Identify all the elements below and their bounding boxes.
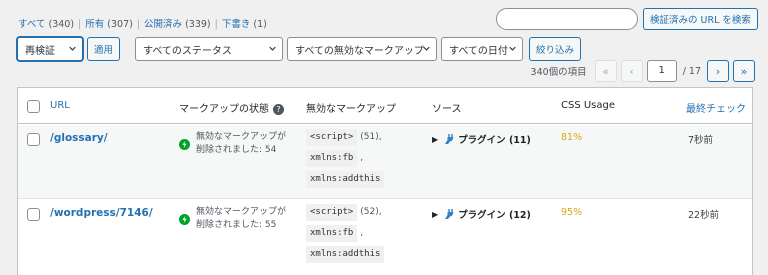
- triangle-right-icon: ▶: [432, 209, 439, 219]
- view-filters: すべて (340) | 所有 (307) | 公開済み (339) | 下書き (1): [18, 16, 267, 30]
- markup-fb-separator: ,: [360, 228, 364, 238]
- row-url-link[interactable]: /wordpress/7146/: [50, 207, 153, 219]
- css-usage-value: 81%: [561, 132, 583, 143]
- pagination: 340個の項目 « ‹ 1 / 17 › »: [531, 60, 755, 82]
- filter-all-label: すべて: [18, 19, 46, 30]
- filter-published-label: 公開済み: [144, 19, 183, 30]
- row-checkbox[interactable]: [27, 133, 40, 146]
- separator: |: [136, 19, 141, 30]
- filter-published-link[interactable]: 公開済み (339): [144, 19, 211, 30]
- triangle-right-icon: ▶: [432, 134, 439, 144]
- search-button[interactable]: 検証済みの URL を検索: [643, 8, 758, 30]
- separator: |: [78, 19, 82, 30]
- column-last-checked[interactable]: 最終チェック: [686, 100, 746, 115]
- status-line-2: 削除されました: 55: [196, 220, 277, 230]
- invalid-markup-list: <script> (51), xmlns:fb , xmlns:addthis: [306, 129, 406, 192]
- last-page-button[interactable]: »: [733, 60, 755, 82]
- chevron-down-icon: [269, 46, 276, 51]
- column-status: マークアップの状態?: [179, 100, 284, 115]
- select-all-checkbox[interactable]: [27, 100, 40, 113]
- filter-draft-label: 下書き: [221, 19, 251, 30]
- markup-script-count: (51),: [360, 132, 382, 142]
- status-filter-select[interactable]: すべてのステータス: [135, 37, 284, 61]
- plug-icon: [445, 134, 454, 144]
- row-checkbox[interactable]: [27, 208, 40, 221]
- tablenav-top: 再検証 適用 すべてのステータス すべての無効なマークアップ すべての日付 絞り…: [17, 37, 582, 61]
- filter-all-link[interactable]: すべて (340): [18, 19, 74, 30]
- bulk-action-select[interactable]: 再検証: [17, 37, 83, 61]
- markup-status: 無効なマークアップが 削除されました: 55: [179, 206, 286, 232]
- last-checked-value: 22秒前: [688, 210, 720, 221]
- source-label: プラグイン (12): [458, 210, 531, 221]
- filter-draft-link[interactable]: 下書き (1): [222, 19, 267, 30]
- separator: |: [214, 19, 218, 30]
- markup-script-code: <script>: [306, 204, 358, 221]
- search-box: 検証済みの URL を検索: [496, 8, 758, 30]
- prev-page-button: ‹: [620, 60, 643, 82]
- column-source: ソース: [432, 104, 462, 115]
- filter-all-count: (340): [48, 19, 75, 30]
- check-circle-icon: [179, 139, 190, 150]
- markup-addthis-code: xmlns:addthis: [306, 246, 385, 263]
- markup-script-count: (52),: [360, 207, 382, 217]
- filter-published-count: (339): [185, 19, 211, 30]
- css-usage-value: 95%: [561, 207, 583, 218]
- check-circle-icon: [179, 214, 190, 225]
- help-icon[interactable]: ?: [273, 104, 284, 115]
- next-page-button[interactable]: ›: [707, 60, 729, 82]
- filter-button[interactable]: 絞り込み: [529, 37, 582, 61]
- current-page-input[interactable]: 1: [646, 60, 677, 82]
- markup-fb-code: xmlns:fb: [306, 150, 358, 167]
- source-label: プラグイン (11): [458, 135, 531, 146]
- chevron-down-icon: [69, 46, 76, 51]
- plug-icon: [445, 209, 454, 219]
- first-page-button: «: [594, 60, 617, 82]
- column-status-label: マークアップの状態: [179, 104, 269, 115]
- chevron-down-icon: [509, 46, 516, 51]
- markup-status: 無効なマークアップが 削除されました: 54: [179, 131, 286, 157]
- column-url[interactable]: URL: [50, 100, 70, 111]
- filter-draft-count: (1): [253, 19, 267, 30]
- filter-owned-label: 所有: [85, 19, 105, 30]
- source-toggle[interactable]: ▶ プラグイン (11): [432, 132, 531, 146]
- source-toggle[interactable]: ▶ プラグイン (12): [432, 207, 531, 221]
- markup-addthis-code: xmlns:addthis: [306, 171, 385, 188]
- markup-filter-select[interactable]: すべての無効なマークアップ: [287, 37, 438, 61]
- status-filter-value: すべてのステータス: [143, 45, 232, 57]
- status-line-2: 削除されました: 54: [196, 145, 277, 155]
- row-url-link[interactable]: /glossary/: [50, 132, 108, 144]
- date-filter-value: すべての日付: [449, 45, 508, 57]
- invalid-markup-list: <script> (52), xmlns:fb , xmlns:addthis: [306, 204, 406, 267]
- filter-owned-count: (307): [107, 19, 133, 30]
- column-css-usage: CSS Usage: [561, 100, 616, 111]
- bulk-action-value: 再検証: [25, 45, 55, 57]
- markup-script-code: <script>: [306, 129, 358, 146]
- status-line-1: 無効なマークアップが: [196, 207, 287, 217]
- markup-filter-value: すべての無効なマークアップ: [295, 45, 424, 57]
- apply-button[interactable]: 適用: [87, 37, 121, 61]
- table-header: URL マークアップの状態? 無効なマークアップ ソース CSS Usage 最…: [18, 88, 752, 124]
- items-count: 340個の項目: [530, 67, 587, 78]
- date-filter-select[interactable]: すべての日付: [441, 37, 524, 61]
- column-invalid-markup: 無効なマークアップ: [306, 104, 396, 115]
- status-line-1: 無効なマークアップが: [196, 132, 287, 142]
- validated-urls-table: URL マークアップの状態? 無効なマークアップ ソース CSS Usage 最…: [17, 87, 753, 275]
- search-input[interactable]: [496, 8, 638, 30]
- markup-fb-separator: ,: [360, 153, 364, 163]
- markup-fb-code: xmlns:fb: [306, 225, 358, 242]
- last-checked-value: 7秒前: [688, 135, 714, 146]
- chevron-down-icon: [423, 46, 430, 51]
- filter-owned-link[interactable]: 所有 (307): [85, 19, 133, 30]
- table-row: /glossary/ 無効なマークアップが 削除されました: 54 <scrip…: [18, 125, 752, 199]
- total-pages: / 17: [682, 65, 701, 77]
- table-row: /wordpress/7146/ 無効なマークアップが 削除されました: 55 …: [18, 200, 752, 275]
